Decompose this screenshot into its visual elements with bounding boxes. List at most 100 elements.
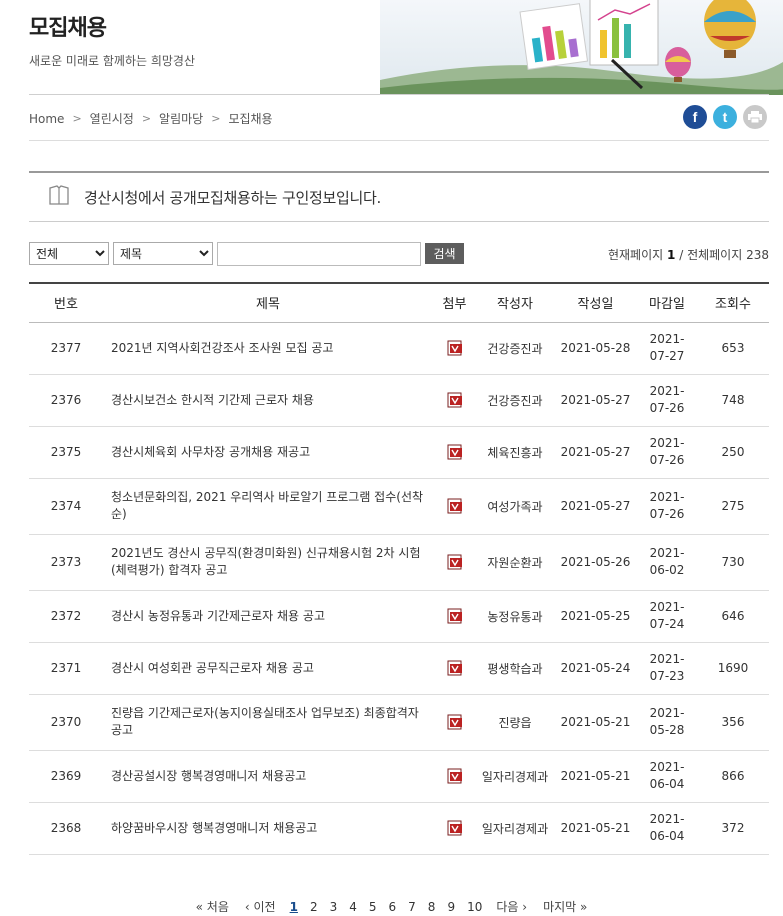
row-deadline: 2021- 07-24 — [637, 590, 697, 643]
search-bar: 전체 제목 검색 현재페이지 1 / 전체페이지 238 — [29, 242, 769, 266]
col-header-views: 조회수 — [697, 282, 769, 323]
row-author: 체육진흥과 — [476, 426, 554, 479]
header-divider — [29, 94, 769, 95]
row-title-link[interactable]: 진량읍 기간제근로자(농지이용실태조사 업무보조) 최종합격자 공고 — [103, 694, 433, 751]
chevron-right-icon: > — [72, 112, 82, 125]
hwp-file-icon[interactable] — [447, 340, 463, 356]
search-input[interactable] — [217, 242, 421, 266]
row-views: 275 — [697, 478, 769, 535]
document-icon — [48, 185, 70, 209]
hwp-file-icon[interactable] — [447, 660, 463, 676]
row-views: 730 — [697, 534, 769, 591]
table-row: 2376 경산시보건소 한시적 기간제 근로자 채용 건강증진과 2021-05-27… — [29, 374, 769, 427]
page-number-link[interactable]: 4 — [349, 900, 357, 914]
first-page-link[interactable]: « 처음 — [196, 898, 229, 915]
page-number-link[interactable]: 1 — [290, 900, 298, 914]
page-number-link[interactable]: 2 — [310, 900, 318, 914]
row-date: 2021-05-28 — [554, 322, 637, 375]
row-deadline: 2021- 06-04 — [637, 750, 697, 803]
current-page-label: 현재페이지 — [607, 248, 664, 262]
page-number-link[interactable]: 9 — [447, 900, 455, 914]
col-header-author: 작성자 — [476, 282, 554, 323]
row-title-link[interactable]: 2021년도 경산시 공무직(환경미화원) 신규채용시험 2차 시험(체력평가)… — [103, 534, 433, 591]
row-date: 2021-05-27 — [554, 478, 637, 535]
hwp-file-icon[interactable] — [447, 768, 463, 784]
attachment-cell — [433, 694, 476, 751]
row-title-link[interactable]: 하양꿈바우시장 행복경영매니저 채용공고 — [103, 802, 433, 855]
col-header-title: 제목 — [103, 282, 433, 323]
row-number: 2376 — [29, 374, 103, 427]
row-deadline: 2021- 05-28 — [637, 694, 697, 751]
col-header-deadline: 마감일 — [637, 282, 697, 323]
intro-box: 경산시청에서 공개모집채용하는 구인정보입니다. — [29, 171, 769, 222]
category-select[interactable]: 전체 — [29, 242, 109, 265]
search-field-select[interactable]: 제목 — [113, 242, 213, 265]
col-header-number: 번호 — [29, 282, 103, 323]
breadcrumb-divider — [29, 140, 769, 141]
row-date: 2021-05-21 — [554, 694, 637, 751]
search-button[interactable]: 검색 — [425, 243, 464, 264]
page-number-link[interactable]: 7 — [408, 900, 416, 914]
row-title-link[interactable]: 경산시체육회 사무차장 공개채용 재공고 — [103, 426, 433, 479]
row-date: 2021-05-27 — [554, 374, 637, 427]
row-date: 2021-05-25 — [554, 590, 637, 643]
attachment-cell — [433, 534, 476, 591]
breadcrumb-item-recruit[interactable]: 모집채용 — [228, 110, 272, 127]
table-row: 2372 경산시 농정유통과 기간제근로자 채용 공고 농정유통과 2021-05-2… — [29, 590, 769, 643]
row-title-link[interactable]: 경산공설시장 행복경영매니저 채용공고 — [103, 750, 433, 803]
breadcrumb: Home > 열린시정 > 알림마당 > 모집채용 — [29, 110, 273, 127]
page-number-link[interactable]: 6 — [389, 900, 397, 914]
row-views: 866 — [697, 750, 769, 803]
page-title: 모집채용 — [29, 16, 107, 41]
last-page-link[interactable]: 마지막 » — [543, 898, 587, 915]
hwp-file-icon[interactable] — [447, 820, 463, 836]
hwp-file-icon[interactable] — [447, 608, 463, 624]
row-deadline: 2021- 06-04 — [637, 802, 697, 855]
page-number-link[interactable]: 3 — [330, 900, 338, 914]
row-number: 2368 — [29, 802, 103, 855]
row-author: 일자리경제과 — [476, 750, 554, 803]
row-title-link[interactable]: 경산시 여성회관 공무직근로자 채용 공고 — [103, 642, 433, 695]
breadcrumb-item-notice[interactable]: 알림마당 — [159, 110, 203, 127]
hwp-file-icon[interactable] — [447, 392, 463, 408]
breadcrumb-home[interactable]: Home — [29, 112, 64, 126]
hwp-file-icon[interactable] — [447, 498, 463, 514]
table-row: 2369 경산공설시장 행복경영매니저 채용공고 일자리경제과 2021-05-21 2… — [29, 750, 769, 803]
table-row: 2368 하양꿈바우시장 행복경영매니저 채용공고 일자리경제과 2021-05-21… — [29, 802, 769, 855]
hwp-file-icon[interactable] — [447, 554, 463, 570]
intro-text: 경산시청에서 공개모집채용하는 구인정보입니다. — [84, 188, 381, 207]
print-icon[interactable] — [743, 105, 767, 129]
page-subtitle: 새로운 미래로 함께하는 희망경산 — [29, 54, 196, 68]
row-date: 2021-05-27 — [554, 426, 637, 479]
row-views: 372 — [697, 802, 769, 855]
breadcrumb-item-open-gov[interactable]: 열린시정 — [90, 110, 134, 127]
row-number: 2371 — [29, 642, 103, 695]
row-title-link[interactable]: 청소년문화의집, 2021 우리역사 바로알기 프로그램 접수(선착순) — [103, 478, 433, 535]
hwp-file-icon[interactable] — [447, 444, 463, 460]
facebook-icon[interactable]: f — [683, 105, 707, 129]
page-number-link[interactable]: 5 — [369, 900, 377, 914]
recruit-table: 번호 제목 첨부 작성자 작성일 마감일 조회수 2377 2021년 지역사회건… — [29, 282, 769, 855]
page-number-link[interactable]: 10 — [467, 900, 482, 914]
twitter-icon[interactable]: t — [713, 105, 737, 129]
pagination: « 처음 ‹ 이전 1 2 3 4 5 6 7 8 9 10 다음 › 마지막 » — [0, 898, 783, 915]
row-number: 2370 — [29, 694, 103, 751]
row-number: 2372 — [29, 590, 103, 643]
row-number: 2374 — [29, 478, 103, 535]
hwp-file-icon[interactable] — [447, 714, 463, 730]
page-header: 모집채용 새로운 미래로 함께하는 희망경산 — [0, 0, 783, 95]
row-title-link[interactable]: 경산시보건소 한시적 기간제 근로자 채용 — [103, 374, 433, 427]
row-deadline: 2021- 07-26 — [637, 478, 697, 535]
attachment-cell — [433, 322, 476, 375]
row-title-link[interactable]: 경산시 농정유통과 기간제근로자 채용 공고 — [103, 590, 433, 643]
total-page-label: 전체페이지 — [687, 248, 743, 262]
row-author: 일자리경제과 — [476, 802, 554, 855]
prev-page-link[interactable]: ‹ 이전 — [245, 898, 276, 915]
row-number: 2369 — [29, 750, 103, 803]
attachment-cell — [433, 478, 476, 535]
row-title-link[interactable]: 2021년 지역사회건강조사 조사원 모집 공고 — [103, 322, 433, 375]
row-deadline: 2021- 06-02 — [637, 534, 697, 591]
page-number-link[interactable]: 8 — [428, 900, 436, 914]
row-deadline: 2021- 07-26 — [637, 374, 697, 427]
next-page-link[interactable]: 다음 › — [496, 898, 527, 915]
